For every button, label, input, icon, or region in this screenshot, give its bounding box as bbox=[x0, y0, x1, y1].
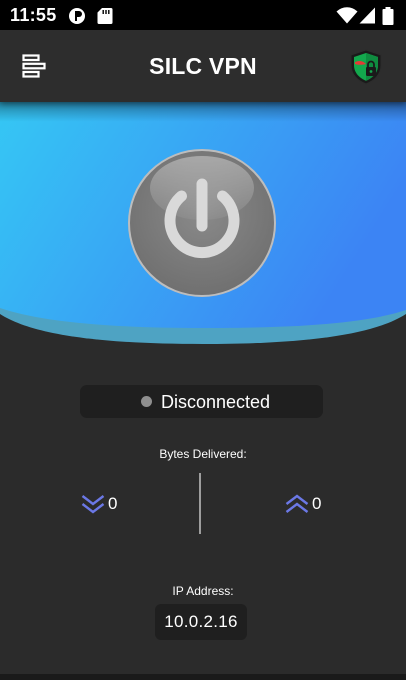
sd-card-icon bbox=[97, 8, 113, 24]
connection-status-badge: Disconnected bbox=[80, 385, 323, 418]
connection-status-text: Disconnected bbox=[161, 392, 271, 412]
status-time: 11:55 bbox=[10, 5, 57, 25]
ip-address-value: 10.0.2.16 bbox=[155, 604, 247, 640]
double-chevron-up-icon bbox=[285, 494, 309, 513]
bytes-delivered-label: Bytes Delivered: bbox=[159, 447, 247, 461]
shield-lock-icon[interactable] bbox=[349, 49, 383, 85]
profile-icon bbox=[69, 8, 85, 24]
app-title: SILC VPN bbox=[149, 53, 257, 79]
downloaded-bytes-value: 0 bbox=[108, 494, 118, 513]
status-dot bbox=[141, 396, 152, 407]
signal-icon bbox=[359, 7, 375, 24]
wifi-icon bbox=[336, 7, 358, 24]
uploaded-bytes-value: 0 bbox=[312, 494, 322, 513]
app-bar: SILC VPN bbox=[0, 30, 406, 102]
bottom-edge bbox=[0, 674, 406, 680]
ip-address-label: IP Address: bbox=[172, 584, 234, 598]
power-button[interactable] bbox=[127, 148, 277, 298]
status-bar: 11:55 bbox=[0, 0, 406, 30]
bytes-divider bbox=[199, 473, 201, 534]
battery-icon bbox=[382, 7, 394, 25]
double-chevron-down-icon bbox=[81, 495, 105, 514]
